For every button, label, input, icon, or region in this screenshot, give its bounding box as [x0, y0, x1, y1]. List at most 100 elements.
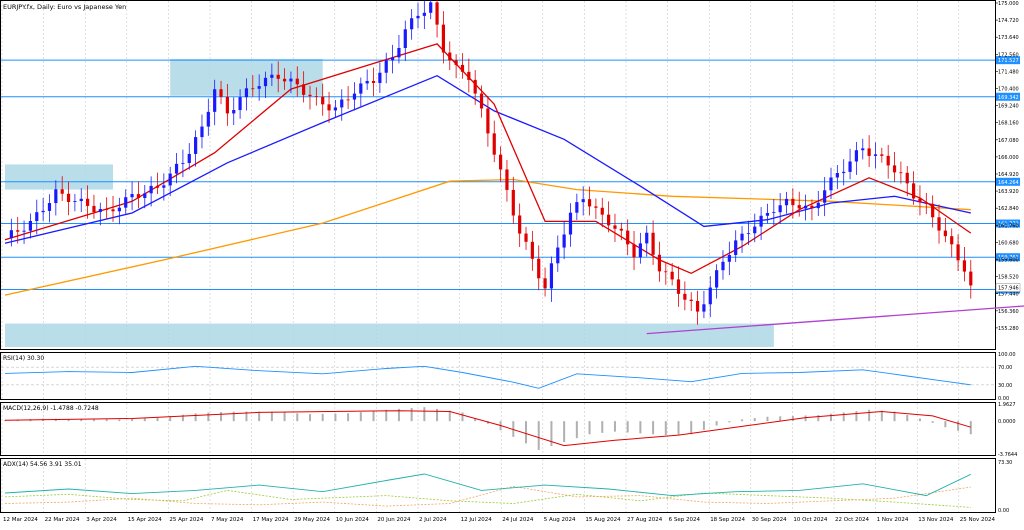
candle-body [124, 197, 128, 208]
candle-body [85, 198, 90, 206]
level-price-label: 164.264 [998, 180, 1019, 186]
zone-rect [5, 164, 114, 190]
macd-histogram-bar [347, 413, 350, 422]
macd-histogram-bar [105, 419, 108, 422]
candle-body [695, 301, 700, 312]
candle-body [460, 64, 465, 72]
macd-histogram-bar [753, 418, 756, 422]
date-tick-label: 30 Sep 2024 [752, 517, 787, 523]
macd-panel[interactable] [0, 402, 996, 456]
candle-body [556, 247, 560, 264]
candle-body [632, 244, 636, 258]
rsi-panel[interactable] [0, 352, 996, 400]
chart-canvas[interactable]: 171.527169.342164.264161.772159.761157.8… [0, 0, 1024, 526]
macd-histogram-bar [423, 407, 426, 422]
candle-body [708, 287, 712, 305]
candle-body [498, 154, 503, 170]
price-tick-label: 159.600 [998, 258, 1019, 264]
macd-histogram-bar [359, 412, 362, 422]
candle-body [28, 220, 33, 231]
macd-histogram-bar [270, 411, 273, 422]
macd-histogram-bar [601, 421, 604, 433]
candle-body [543, 278, 547, 289]
price-tick-label: 173.640 [998, 35, 1019, 41]
macd-histogram-bar [296, 413, 299, 422]
zone-rect [5, 323, 774, 347]
candle-body [803, 205, 808, 209]
candle-body [238, 97, 242, 111]
candle-body [66, 193, 71, 202]
macd-histogram-bar [537, 421, 540, 450]
macd-histogram-bar [690, 421, 693, 435]
candle-body [79, 198, 83, 202]
date-tick-label: 15 Aug 2024 [585, 517, 621, 523]
candle-body [397, 48, 401, 58]
candle-body [384, 60, 388, 73]
candle-body [905, 172, 909, 184]
candle-body [702, 304, 706, 312]
candle-body [117, 207, 121, 212]
rsi-tick-label: 70.00 [998, 365, 1012, 371]
price-panel[interactable] [0, 0, 996, 350]
candle-body [263, 77, 268, 87]
candle-body [892, 165, 897, 173]
macd-histogram-bar [220, 412, 223, 422]
candle-body [47, 203, 52, 211]
price-tick-label: 166.000 [998, 155, 1019, 161]
candle-body [810, 205, 814, 209]
macd-histogram-bar [868, 409, 871, 422]
date-tick-label: 29 May 2024 [294, 517, 330, 523]
candle-body [727, 255, 731, 262]
candle-body [683, 293, 687, 300]
candle-body [816, 202, 820, 209]
candle-body [854, 150, 859, 162]
macd-histogram-bar [563, 421, 566, 443]
macd-histogram-bar [817, 415, 820, 422]
candle-body [54, 189, 58, 204]
macd-histogram-bar [639, 421, 642, 434]
candle-body [651, 232, 655, 255]
date-tick-label: 18 Sep 2024 [710, 517, 745, 523]
chart-title: EURJPY.fx, Daily: Euro vs Japanese Yen [3, 3, 126, 11]
candle-body [524, 233, 528, 242]
candle-body [568, 212, 573, 235]
candle-body [664, 271, 668, 273]
candle-body [549, 263, 554, 289]
candle-body [187, 153, 191, 164]
candle-body [594, 206, 598, 208]
candle-body [600, 207, 604, 215]
price-tick-label: 174.720 [998, 18, 1019, 24]
macd-histogram-bar [741, 419, 744, 422]
candle-body [962, 260, 967, 272]
candle-body [486, 108, 490, 134]
macd-histogram-bar [613, 421, 616, 432]
candle-body [9, 230, 13, 239]
candle-body [168, 173, 172, 186]
macd-histogram-bar [728, 421, 731, 423]
date-tick-label: 15 Apr 2024 [128, 517, 163, 523]
candle-body [626, 230, 630, 245]
candle-body [918, 198, 922, 203]
candle-body [295, 78, 299, 85]
candle-body [410, 18, 414, 30]
candle-body [98, 209, 102, 213]
candle-body [16, 230, 20, 232]
candle-body [829, 177, 833, 191]
price-tick-label: 158.520 [998, 275, 1019, 281]
adx-title: ADX(14) 54.56 3.91 35.01 [3, 461, 82, 468]
candle-body [206, 111, 210, 127]
adx-tick-label: 73.30 [998, 460, 1012, 466]
macd-tick-label: 1.9627 [998, 402, 1016, 408]
macd-histogram-bar [715, 421, 718, 426]
candle-body [479, 93, 484, 109]
candle-body [213, 89, 217, 112]
candle-body [835, 173, 839, 178]
candle-body [225, 96, 229, 114]
macd-histogram-bar [283, 412, 286, 422]
candle-body [257, 86, 261, 89]
macd-histogram-bar [232, 411, 235, 422]
price-tick-label: 168.160 [998, 121, 1019, 127]
candle-body [270, 74, 274, 78]
macd-histogram-bar [448, 410, 451, 422]
candle-body [924, 202, 928, 204]
